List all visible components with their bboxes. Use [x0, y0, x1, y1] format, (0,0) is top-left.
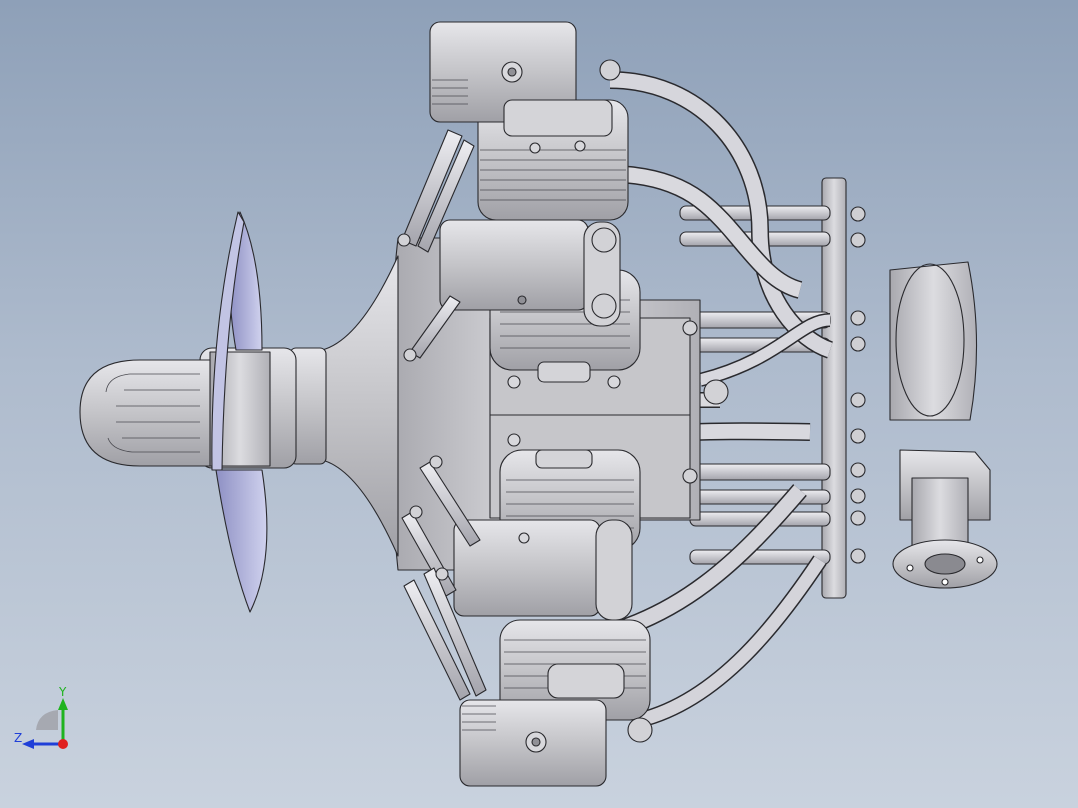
- cylinder-top: [429, 21, 629, 221]
- z-axis-label: Z: [14, 731, 22, 745]
- radial-engine-model[interactable]: [0, 0, 1078, 808]
- y-axis-label: Y: [58, 685, 67, 699]
- nose-housing: [289, 255, 399, 557]
- graphics-viewport[interactable]: Y Z: [0, 0, 1078, 808]
- z-axis-arrow-icon: [22, 739, 34, 749]
- reference-triad: Y Z: [14, 685, 68, 749]
- propeller-spinner: [79, 359, 211, 467]
- y-axis-arrow-icon: [58, 698, 68, 710]
- triad-shadow: [36, 710, 58, 730]
- rear-accessory-housing: [889, 261, 998, 589]
- x-axis-dot-icon: [58, 739, 68, 749]
- cylinder-bottom: [459, 619, 651, 787]
